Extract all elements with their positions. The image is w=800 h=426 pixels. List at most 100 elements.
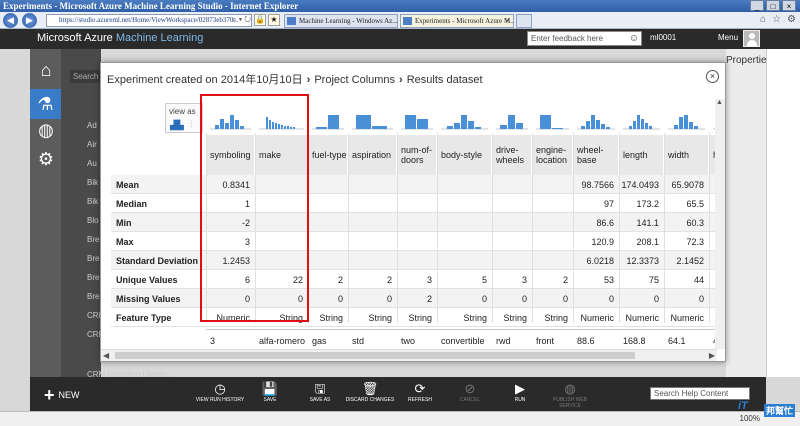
cancel-button[interactable]: ⊘ CANCEL (445, 381, 495, 403)
trash-icon: 🗑 (361, 381, 379, 396)
back-icon[interactable]: ◀ (3, 13, 18, 28)
histogram-bar (316, 127, 327, 129)
chevron-right-icon: › (399, 74, 403, 86)
user-name[interactable]: ml0001 (650, 33, 676, 42)
column-header[interactable]: wheel-base (573, 135, 618, 175)
tab-experiments[interactable]: Experiments - Microsoft Azure M... × (400, 14, 514, 28)
scroll-thumb[interactable] (115, 352, 635, 359)
column-header[interactable]: fuel-type (308, 135, 347, 175)
home-icon[interactable]: ⌂ (35, 59, 57, 81)
gear-icon[interactable]: ⚙ (35, 148, 57, 170)
column-histogram[interactable] (492, 103, 532, 133)
refresh-button[interactable]: ⟳ REFRESH (395, 381, 445, 403)
close-icon[interactable]: × (706, 70, 719, 83)
stat-value (397, 194, 437, 213)
star-icon[interactable]: ★ (268, 14, 280, 26)
smiley-icon[interactable]: ☺ (629, 33, 639, 44)
home-icon[interactable]: ⌂ (760, 14, 766, 25)
avatar[interactable] (743, 30, 760, 47)
stat-value: 208.1 (636, 236, 659, 247)
palette-item[interactable]: CRI (87, 330, 101, 339)
column-header[interactable]: num-of-doors (397, 135, 436, 175)
palette-item[interactable]: Bre (87, 273, 99, 282)
palette-item[interactable]: Ad (87, 121, 97, 130)
maximize-icon[interactable]: □ (766, 0, 780, 11)
palette-item[interactable]: Bre (87, 292, 99, 301)
stat-value (308, 213, 348, 232)
address-search-icon[interactable]: ⌕ ▾ ↻ (232, 15, 251, 25)
save-as-button[interactable]: 🖫 SAVE AS (295, 381, 345, 403)
palette-item[interactable]: Bik (87, 197, 98, 206)
tab-machine-learning[interactable]: Machine Learning - Windows Az... (284, 14, 398, 28)
column-header[interactable]: body-style (437, 135, 491, 175)
view-run-history-button[interactable]: ◷ VIEW RUN HISTORY (195, 381, 245, 403)
close-window-icon[interactable]: × (782, 0, 796, 11)
breadcrumb-module[interactable]: Project Columns (314, 74, 395, 86)
vertical-scrollbar[interactable]: ▲ (715, 99, 725, 349)
new-button[interactable]: + NEW (44, 385, 80, 406)
stat-value: 65.9078 (671, 179, 704, 190)
lock-icon[interactable]: 🔒 (254, 14, 266, 26)
scroll-right-icon[interactable]: ▶ (709, 351, 715, 360)
column-divider (709, 133, 710, 323)
settings-gear-icon[interactable]: ⚙ (787, 14, 796, 25)
column-histogram[interactable] (348, 103, 397, 133)
flask-icon[interactable]: ⚗ (30, 89, 61, 119)
brand-title: Microsoft Azure Machine Learning (37, 32, 203, 44)
histogram-bar (641, 119, 644, 129)
help-search-input[interactable]: Search Help Content (650, 387, 750, 400)
stat-value (397, 213, 437, 232)
browser-toolbar: ◀ ▶ https://studio.azureml.net/Home/View… (0, 12, 800, 29)
column-histogram[interactable] (308, 103, 348, 133)
palette-item[interactable]: Bre (87, 235, 99, 244)
column-header[interactable]: width (664, 135, 708, 175)
palette-item[interactable]: Bre (87, 254, 99, 263)
histogram-view-icon[interactable]: ▟▙ (170, 120, 184, 131)
globe-icon[interactable]: ◍ (35, 119, 57, 141)
horizontal-scrollbar[interactable]: ◀ ▶ (101, 349, 717, 361)
histogram-bar (591, 115, 595, 129)
histogram-bar (461, 115, 467, 129)
breadcrumb-experiment[interactable]: Experiment created on 2014年10月10日 (107, 74, 303, 86)
palette-item[interactable]: Bik (87, 178, 98, 187)
histogram-bar (649, 126, 652, 129)
new-tab-button[interactable] (516, 14, 532, 28)
palette-item[interactable]: Blo (87, 216, 99, 225)
menu-button[interactable]: Menu (718, 33, 738, 42)
palette-item[interactable]: Air (87, 140, 97, 149)
column-histogram[interactable] (437, 103, 492, 133)
histogram-bar (601, 124, 605, 129)
histogram-bar (629, 126, 632, 129)
publish-web-service-button[interactable]: ◍ PUBLISH WEB SERVICE (545, 381, 595, 409)
column-header[interactable]: engine-location (532, 135, 572, 175)
minimize-icon[interactable]: _ (750, 0, 764, 11)
scroll-left-icon[interactable]: ◀ (103, 351, 109, 360)
histogram-bar (500, 125, 507, 129)
feedback-input[interactable]: Enter feedback here ☺ (527, 31, 642, 46)
palette-search-input[interactable]: Search (70, 70, 100, 83)
boxplot-view-icon[interactable]: ⫶ (190, 119, 192, 130)
column-header[interactable]: aspiration (348, 135, 396, 175)
stat-value (492, 175, 532, 194)
tab-close-icon[interactable]: × (505, 15, 510, 27)
discard-changes-button[interactable]: 🗑 DISCARD CHANGES (345, 381, 395, 403)
favorites-icon[interactable]: ☆ (772, 14, 781, 25)
globe-icon: ◍ (564, 381, 576, 396)
column-histogram[interactable] (664, 103, 709, 133)
column-histogram[interactable] (619, 103, 664, 133)
histogram-bar (689, 122, 693, 129)
address-bar[interactable]: https://studio.azureml.net/Home/ViewWork… (46, 14, 252, 27)
column-header[interactable]: drive-wheels (492, 135, 531, 175)
scroll-up-icon[interactable]: ▲ (716, 99, 723, 106)
palette-item[interactable]: Au (87, 159, 97, 168)
run-button[interactable]: ▶ RUN (495, 381, 545, 403)
column-histogram[interactable] (573, 103, 619, 133)
view-as-toggle[interactable]: view as ▟▙ ⫶ (165, 103, 203, 133)
histogram-bar (328, 115, 339, 129)
forward-icon[interactable]: ▶ (22, 13, 37, 28)
column-histogram[interactable] (532, 103, 573, 133)
column-histogram[interactable] (397, 103, 437, 133)
palette-item[interactable]: CRI (87, 311, 101, 320)
column-header[interactable]: length (619, 135, 663, 175)
save-button[interactable]: 💾 SAVE (245, 381, 295, 403)
